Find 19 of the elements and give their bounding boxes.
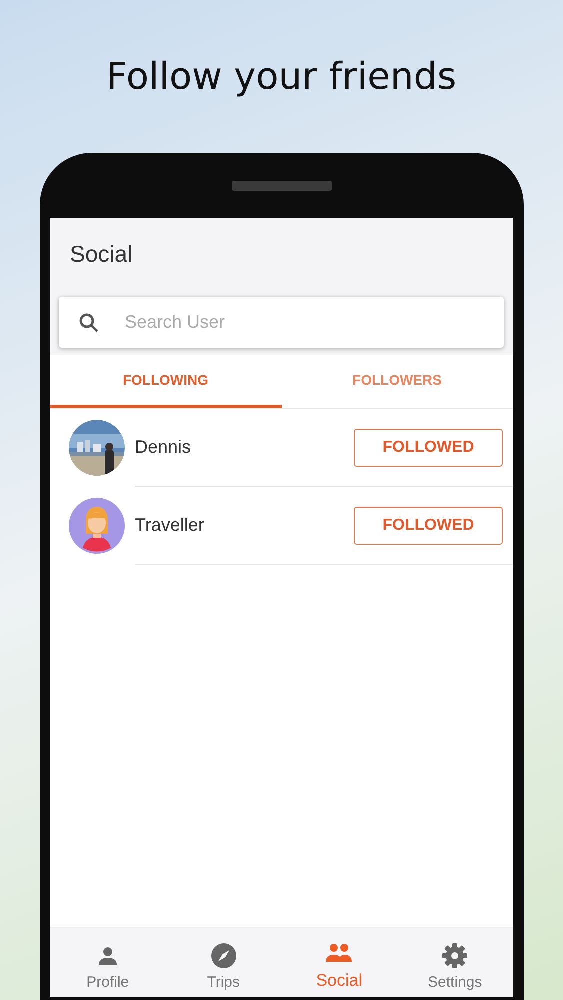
nav-tab[interactable]: Settings [428,928,482,997]
followed-button[interactable]: FOLLOWED [354,428,503,466]
people-icon [325,942,354,964]
followed-button[interactable]: FOLLOWED [354,506,503,544]
user-name: Traveller [135,515,206,536]
screen-title: Social [69,240,134,268]
compass-icon [210,943,237,969]
tab[interactable]: FOLLOWERS [282,355,513,408]
headline: Follow your friends [105,54,458,100]
nav-tab[interactable]: Profile [86,928,130,997]
gear-icon [442,943,468,969]
nav-tab[interactable]: Social [316,928,363,997]
search-field[interactable]: Search User [59,297,504,348]
avatar-figure-icon [69,498,125,554]
search-icon [79,312,99,332]
search-field[interactable]: Search User [125,308,484,338]
user-name: Dennis [135,437,192,458]
tab[interactable]: FOLLOWING [50,355,282,408]
nav-tab[interactable]: Trips [207,928,240,997]
